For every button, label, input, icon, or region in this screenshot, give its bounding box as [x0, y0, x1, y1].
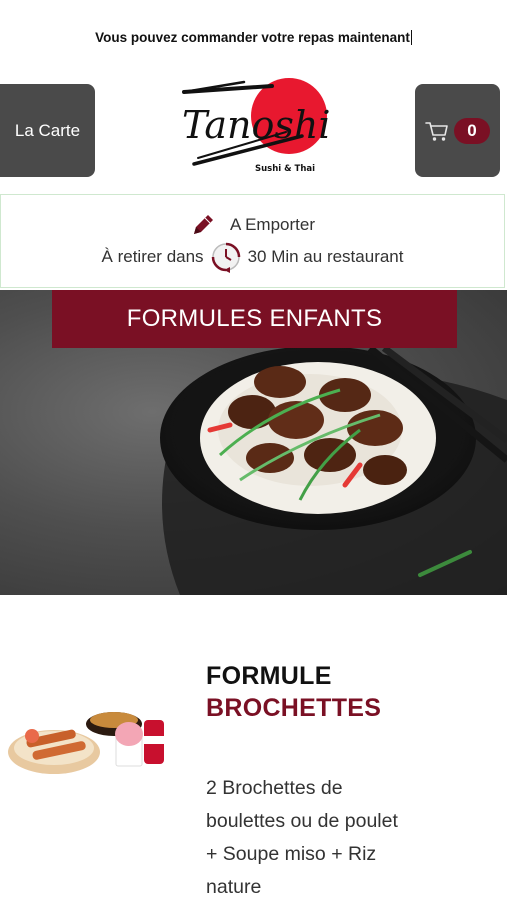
product-title: FORMULE	[206, 662, 332, 690]
product-card[interactable]: FORMULE BROCHETTES 2 Brochettes de boule…	[0, 640, 507, 900]
category-title: FORMULES ENFANTS	[52, 290, 457, 348]
logo-tagline: Sushi & Thai	[255, 164, 316, 174]
pickup-time-text: 30 Min au restaurant	[247, 247, 404, 266]
order-mode-panel[interactable]: A Emporter À retirer dans 30 Min au rest…	[0, 194, 505, 288]
cart-count-badge: 0	[454, 117, 490, 144]
pencil-icon	[193, 215, 213, 234]
product-image	[8, 712, 164, 774]
logo-graphic: Tanoshi	[182, 78, 331, 166]
menu-button[interactable]: La Carte	[0, 84, 95, 177]
product-subtitle: BROCHETTES	[206, 694, 382, 722]
logo[interactable]: Tanoshi Sushi & Thai	[176, 78, 332, 174]
order-now-banner: Vous pouvez commander votre repas mainte…	[0, 30, 507, 45]
order-mode-row: A Emporter	[1, 212, 504, 238]
order-mode-label: A Emporter	[229, 215, 316, 234]
cart-button[interactable]: 0	[415, 84, 500, 177]
cart-icon	[425, 121, 448, 141]
product-description: 2 Brochettes de boulettes ou de poulet +…	[206, 777, 398, 898]
banner-text: Vous pouvez commander votre repas mainte…	[95, 30, 410, 45]
text-caret	[410, 30, 412, 45]
pickup-time-row: À retirer dans 30 Min au restaurant	[1, 241, 504, 273]
header: La Carte Tanoshi Sushi & Thai 0	[0, 78, 507, 178]
logo-text: Tanoshi	[182, 103, 331, 147]
category-hero: FORMULES ENFANTS	[0, 290, 507, 595]
pickup-prefix: À retirer dans	[101, 247, 204, 266]
menu-button-label: La Carte	[14, 120, 81, 140]
clock-icon	[211, 242, 240, 273]
